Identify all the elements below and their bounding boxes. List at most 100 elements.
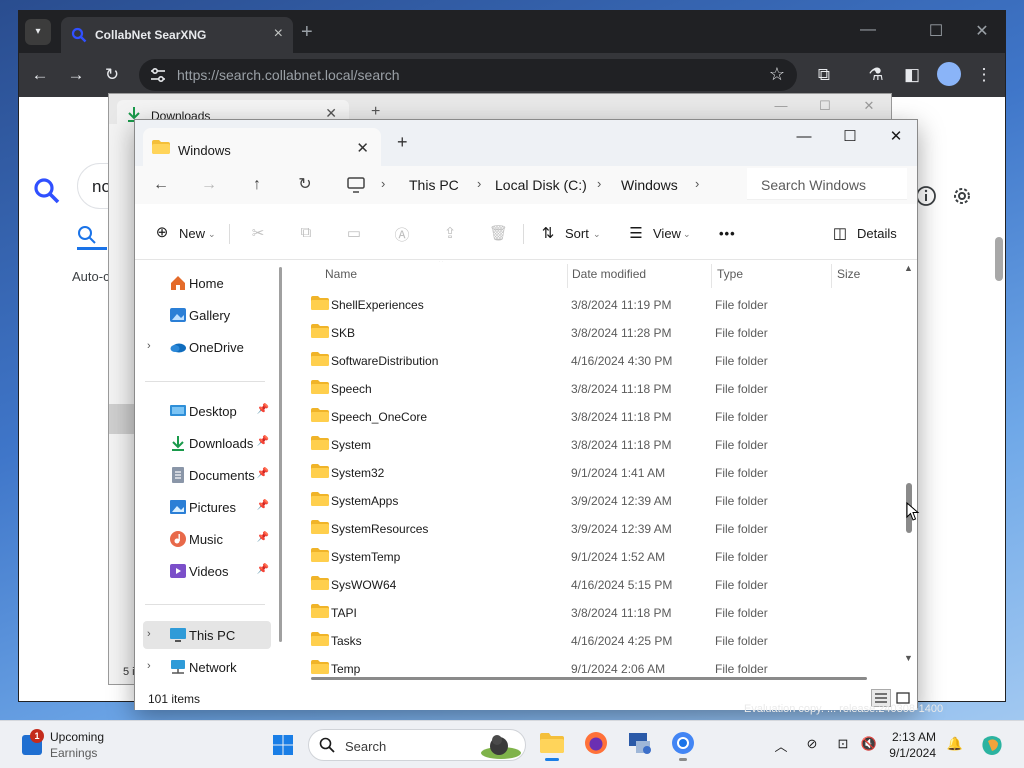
share-icon[interactable]: ⇪ bbox=[441, 224, 459, 242]
table-row[interactable]: System32 9/1/2024 1:41 AM File folder bbox=[291, 459, 891, 487]
sidebar-item-documents[interactable]: Documents 📌 bbox=[143, 461, 271, 489]
extensions-icon[interactable]: ⧉ bbox=[813, 64, 835, 86]
close-window-button[interactable]: ✕ bbox=[873, 124, 919, 150]
table-row[interactable]: Speech_OneCore 3/8/2024 11:18 PM File fold… bbox=[291, 403, 891, 431]
new-plus-icon[interactable]: ⊕ bbox=[153, 223, 171, 241]
show-hidden-icons-chevron-icon[interactable]: ︿ bbox=[772, 736, 790, 754]
sidebar-item-gallery[interactable]: Gallery bbox=[143, 301, 271, 329]
sidebar-item-this-pc[interactable]: › This PC bbox=[143, 621, 271, 649]
sidebar-item-pictures[interactable]: Pictures 📌 bbox=[143, 493, 271, 521]
sidebar-item-onedrive[interactable]: › OneDrive bbox=[143, 333, 271, 361]
scroll-up-icon[interactable]: ▲ bbox=[904, 263, 913, 273]
file-list-scrollbar[interactable]: ▲ ▼ bbox=[901, 261, 917, 669]
table-row[interactable]: SysWOW64 4/16/2024 5:15 PM File folder bbox=[291, 571, 891, 599]
minimize-button[interactable]: — bbox=[845, 21, 891, 39]
up-icon[interactable]: ↑ bbox=[245, 174, 269, 196]
taskbar-file-explorer[interactable] bbox=[536, 729, 568, 761]
taskbar-remote-app[interactable] bbox=[624, 729, 656, 761]
new-tab-button[interactable]: + bbox=[301, 21, 313, 44]
column-divider[interactable] bbox=[711, 264, 712, 288]
address-bar[interactable]: https://search.collabnet.local/search ☆ bbox=[139, 59, 797, 91]
close-tab-icon[interactable]: ✕ bbox=[356, 139, 369, 157]
sort-icon[interactable]: ⇅ bbox=[539, 224, 557, 242]
browser-tab[interactable]: CollabNet SearXNG × bbox=[61, 17, 293, 53]
windows-start-icon[interactable] bbox=[272, 734, 294, 756]
breadcrumb-local-disk[interactable]: Local Disk (C:) bbox=[495, 177, 587, 193]
details-pane-icon[interactable]: ◫ bbox=[831, 224, 849, 242]
chevron-right-icon[interactable]: › bbox=[477, 176, 481, 191]
explorer-tab[interactable]: Windows ✕ bbox=[143, 128, 381, 166]
table-row[interactable]: SystemResources 3/9/2024 12:39 AM File fol… bbox=[291, 515, 891, 543]
horizontal-scrollbar[interactable] bbox=[311, 677, 867, 680]
view-button[interactable]: View bbox=[653, 226, 681, 241]
table-row[interactable]: System 3/8/2024 11:18 PM File folder bbox=[291, 431, 891, 459]
info-icon[interactable] bbox=[915, 185, 937, 207]
table-row[interactable]: SKB 3/8/2024 11:28 PM File folder bbox=[291, 319, 891, 347]
sidebar-item-home[interactable]: Home bbox=[143, 269, 271, 297]
settings-gear-icon[interactable] bbox=[951, 185, 973, 207]
system-clock[interactable]: 2:13 AM 9/1/2024 bbox=[866, 729, 936, 761]
table-row[interactable]: Speech 3/8/2024 11:18 PM File folder bbox=[291, 375, 891, 403]
sidebar-item-desktop[interactable]: Desktop 📌 bbox=[143, 397, 271, 425]
pin-icon[interactable]: 📌 bbox=[257, 436, 269, 447]
profile-avatar[interactable] bbox=[937, 62, 961, 86]
side-panel-icon[interactable]: ◧ bbox=[901, 64, 923, 86]
sidebar-item-videos[interactable]: Videos 📌 bbox=[143, 557, 271, 585]
paste-icon[interactable]: ▭ bbox=[345, 224, 363, 242]
column-divider[interactable] bbox=[567, 264, 568, 288]
chevron-right-icon[interactable]: › bbox=[597, 176, 601, 191]
taskbar-chrome[interactable] bbox=[667, 729, 699, 761]
breadcrumb-this-pc[interactable]: This PC bbox=[409, 177, 459, 193]
close-tab-icon[interactable]: × bbox=[274, 25, 283, 43]
minimize-button[interactable]: — bbox=[781, 124, 827, 150]
table-row[interactable]: ShellExperiences 3/8/2024 11:19 PM File fo… bbox=[291, 291, 891, 319]
network-status-icon[interactable]: ⊡ bbox=[834, 736, 852, 754]
column-header-size[interactable]: Size bbox=[837, 267, 860, 281]
column-header-type[interactable]: Type bbox=[717, 267, 743, 281]
chevron-right-icon[interactable]: › bbox=[695, 176, 699, 191]
forward-icon[interactable]: → bbox=[197, 174, 221, 196]
view-icon[interactable]: ☰ bbox=[627, 224, 645, 242]
table-row[interactable]: TAPI 3/8/2024 11:18 PM File folder bbox=[291, 599, 891, 627]
labs-icon[interactable]: ⚗ bbox=[865, 64, 887, 86]
new-button[interactable]: New bbox=[179, 226, 205, 241]
delete-icon[interactable]: 🗑 bbox=[489, 224, 508, 242]
copilot-pre-icon[interactable] bbox=[980, 733, 1004, 757]
table-row[interactable]: SystemApps 3/9/2024 12:39 AM File folder bbox=[291, 487, 891, 515]
refresh-icon[interactable]: ↻ bbox=[293, 174, 317, 196]
notifications-bell-icon[interactable]: 🔔 bbox=[946, 736, 964, 754]
minimize-button[interactable]: — bbox=[761, 98, 801, 113]
site-info-icon[interactable] bbox=[149, 66, 167, 84]
sidebar-item-network[interactable]: › Network bbox=[143, 653, 271, 681]
page-scrollbar[interactable] bbox=[995, 233, 1003, 701]
search-input[interactable]: Search Windows bbox=[747, 168, 907, 200]
back-icon[interactable]: ← bbox=[149, 174, 173, 196]
maximize-button[interactable]: ☐ bbox=[913, 21, 959, 41]
back-icon[interactable]: ← bbox=[29, 64, 51, 86]
chevron-right-icon[interactable]: › bbox=[147, 660, 151, 672]
reload-icon[interactable]: ↻ bbox=[101, 64, 123, 86]
chevron-down-icon[interactable]: ⌄ bbox=[208, 229, 216, 240]
this-pc-icon[interactable] bbox=[347, 177, 365, 193]
close-window-button[interactable]: ✕ bbox=[849, 98, 889, 114]
pin-icon[interactable]: 📌 bbox=[257, 500, 269, 511]
sidebar-scrollbar[interactable] bbox=[279, 267, 282, 642]
maximize-button[interactable]: ☐ bbox=[805, 98, 845, 114]
taskbar-firefox[interactable] bbox=[580, 729, 612, 761]
close-window-button[interactable]: ✕ bbox=[959, 21, 1005, 41]
chevron-down-icon[interactable]: ⌄ bbox=[683, 229, 691, 240]
more-options-button[interactable]: ••• bbox=[719, 226, 736, 241]
chevron-right-icon[interactable]: › bbox=[147, 628, 151, 640]
table-row[interactable]: SoftwareDistribution 4/16/2024 4:30 PM Fil… bbox=[291, 347, 891, 375]
cut-icon[interactable]: ✂ bbox=[249, 224, 267, 242]
rename-icon[interactable]: Ⓐ bbox=[393, 224, 411, 244]
pin-icon[interactable]: 📌 bbox=[257, 468, 269, 479]
scroll-down-icon[interactable]: ▼ bbox=[904, 653, 913, 663]
chevron-right-icon[interactable]: › bbox=[381, 176, 385, 191]
tab-search-button[interactable]: ▾ bbox=[25, 19, 51, 45]
copilot-disabled-icon[interactable]: ⊘ bbox=[803, 736, 821, 754]
menu-icon[interactable]: ⋮ bbox=[973, 64, 995, 86]
pin-icon[interactable]: 📌 bbox=[257, 532, 269, 543]
sidebar-item-downloads[interactable]: Downloads 📌 bbox=[143, 429, 271, 457]
general-tab-search-icon[interactable] bbox=[77, 225, 97, 245]
